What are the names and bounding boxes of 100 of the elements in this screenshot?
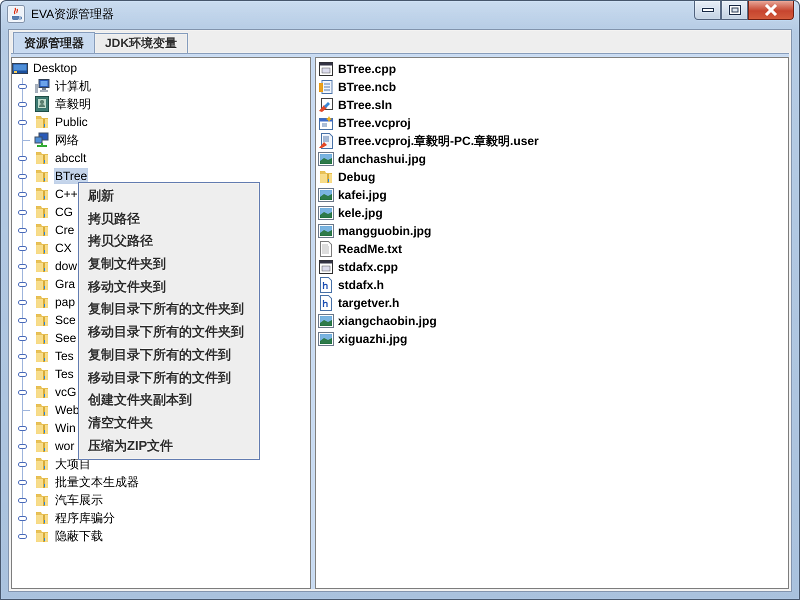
folder-icon	[34, 402, 50, 418]
tree-item[interactable]: Tes	[54, 366, 75, 382]
file-item[interactable]: kafei.jpg	[338, 188, 387, 202]
folder-icon	[318, 169, 334, 185]
expand-handle[interactable]	[18, 228, 27, 232]
expand-handle[interactable]	[18, 192, 27, 196]
file-item[interactable]: stdafx.h	[338, 278, 384, 292]
tree-item[interactable]: dow	[54, 258, 78, 274]
file-item[interactable]: BTree.vcproj.章毅明-PC.章毅明.user	[338, 132, 539, 150]
expand-handle[interactable]	[18, 156, 27, 160]
tree-item[interactable]: 程序库骗分	[54, 510, 116, 526]
expand-handle[interactable]	[18, 246, 27, 250]
close-button[interactable]	[748, 1, 794, 20]
tree-item[interactable]: 章毅明	[54, 96, 92, 112]
tree-item[interactable]: 汽车展示	[54, 492, 104, 508]
tree-item[interactable]: Desktop	[32, 60, 78, 76]
tree-item[interactable]: vcG	[54, 384, 78, 400]
menu-item[interactable]: 复制目录下所有的文件到	[79, 344, 259, 366]
tree-item[interactable]: 隐蔽下载	[54, 528, 104, 544]
close-icon	[764, 4, 778, 16]
tree-item[interactable]: BTree	[54, 168, 88, 184]
expand-handle[interactable]	[18, 372, 27, 376]
tree-item[interactable]: 批量文本生成器	[54, 474, 140, 490]
folder-icon	[34, 258, 50, 274]
expand-handle[interactable]	[18, 282, 27, 286]
menu-item[interactable]: 移动文件夹到	[79, 276, 259, 298]
file-item[interactable]: BTree.cpp	[338, 62, 396, 76]
menu-item[interactable]: 拷贝路径	[79, 208, 259, 230]
menu-item[interactable]: 拷贝父路径	[79, 230, 259, 254]
expand-handle[interactable]	[18, 480, 27, 484]
tree-item[interactable]: Cre	[54, 222, 76, 238]
folder-icon	[34, 474, 50, 490]
menu-item[interactable]: 复制目录下所有的文件夹到	[79, 298, 259, 322]
header-file-icon	[318, 295, 334, 311]
menu-item[interactable]: 刷新	[79, 185, 259, 208]
expand-handle[interactable]	[18, 498, 27, 502]
file-item[interactable]: ReadMe.txt	[338, 242, 402, 256]
file-item[interactable]: stdafx.cpp	[338, 260, 398, 274]
project-file-icon	[318, 115, 334, 131]
tree-item[interactable]: Win	[54, 420, 77, 436]
file-item[interactable]: Debug	[338, 170, 376, 184]
image-file-icon	[318, 313, 334, 329]
expand-handle[interactable]	[18, 120, 27, 124]
menu-item[interactable]: 移动目录下所有的文件夹到	[79, 321, 259, 344]
expand-handle[interactable]	[18, 354, 27, 358]
tree-item[interactable]: wor	[54, 438, 76, 454]
folder-icon	[34, 240, 50, 256]
expand-handle[interactable]	[18, 210, 27, 214]
tree-item[interactable]: Public	[54, 114, 89, 130]
network-computers-icon	[34, 132, 50, 148]
tree-item[interactable]: Sce	[54, 312, 77, 328]
coffee-cup-icon	[7, 5, 25, 23]
tree-item[interactable]: CG	[54, 204, 74, 220]
file-item[interactable]: xiangchaobin.jpg	[338, 314, 437, 328]
file-item[interactable]: danchashui.jpg	[338, 152, 426, 166]
solution-file-icon	[318, 97, 334, 113]
expand-handle[interactable]	[18, 336, 27, 340]
tree-item[interactable]: 计算机	[54, 78, 92, 94]
expand-handle[interactable]	[18, 318, 27, 322]
menu-item[interactable]: 复制文件夹到	[79, 253, 259, 276]
tree-item[interactable]: C++	[54, 186, 79, 202]
tab[interactable]: JDK环境变量	[94, 33, 188, 53]
file-item[interactable]: targetver.h	[338, 296, 400, 310]
file-item[interactable]: BTree.vcproj	[338, 116, 411, 130]
menu-item[interactable]: 移动目录下所有的文件到	[79, 366, 259, 390]
tree-item[interactable]: CX	[54, 240, 73, 256]
tree-item[interactable]: See	[54, 330, 78, 346]
expand-handle[interactable]	[18, 444, 27, 448]
folder-icon	[34, 186, 50, 202]
folder-icon	[34, 456, 50, 472]
image-file-icon	[318, 151, 334, 167]
expand-handle[interactable]	[18, 534, 27, 538]
expand-handle[interactable]	[18, 462, 27, 466]
tree-item[interactable]: abcclt	[54, 150, 88, 166]
file-item[interactable]: mangguobin.jpg	[338, 224, 432, 238]
expand-handle[interactable]	[18, 174, 27, 178]
expand-handle[interactable]	[18, 516, 27, 520]
menu-item[interactable]: 压缩为ZIP文件	[79, 434, 259, 458]
menu-item[interactable]: 清空文件夹	[79, 412, 259, 435]
tree-item[interactable]: pap	[54, 294, 76, 310]
tree-item[interactable]: Gra	[54, 276, 76, 292]
expand-handle[interactable]	[18, 102, 27, 106]
expand-handle[interactable]	[18, 390, 27, 394]
tab[interactable]: 资源管理器	[13, 32, 95, 53]
computer-icon	[34, 78, 50, 94]
tree-item[interactable]: Tes	[54, 348, 75, 364]
maximize-button[interactable]	[721, 1, 748, 20]
file-item[interactable]: xiguazhi.jpg	[338, 332, 408, 346]
expand-handle[interactable]	[18, 264, 27, 268]
expand-handle[interactable]	[18, 300, 27, 304]
database-file-icon	[318, 79, 334, 95]
minimize-button[interactable]	[694, 1, 721, 20]
expand-handle[interactable]	[18, 84, 27, 88]
menu-item[interactable]: 创建文件夹副本到	[79, 389, 259, 412]
file-item[interactable]: BTree.ncb	[338, 80, 396, 94]
file-item[interactable]: BTree.sln	[338, 98, 392, 112]
tree-item[interactable]: 网络	[54, 132, 80, 148]
expand-handle[interactable]	[18, 426, 27, 430]
folder-icon	[34, 384, 50, 400]
file-item[interactable]: kele.jpg	[338, 206, 383, 220]
